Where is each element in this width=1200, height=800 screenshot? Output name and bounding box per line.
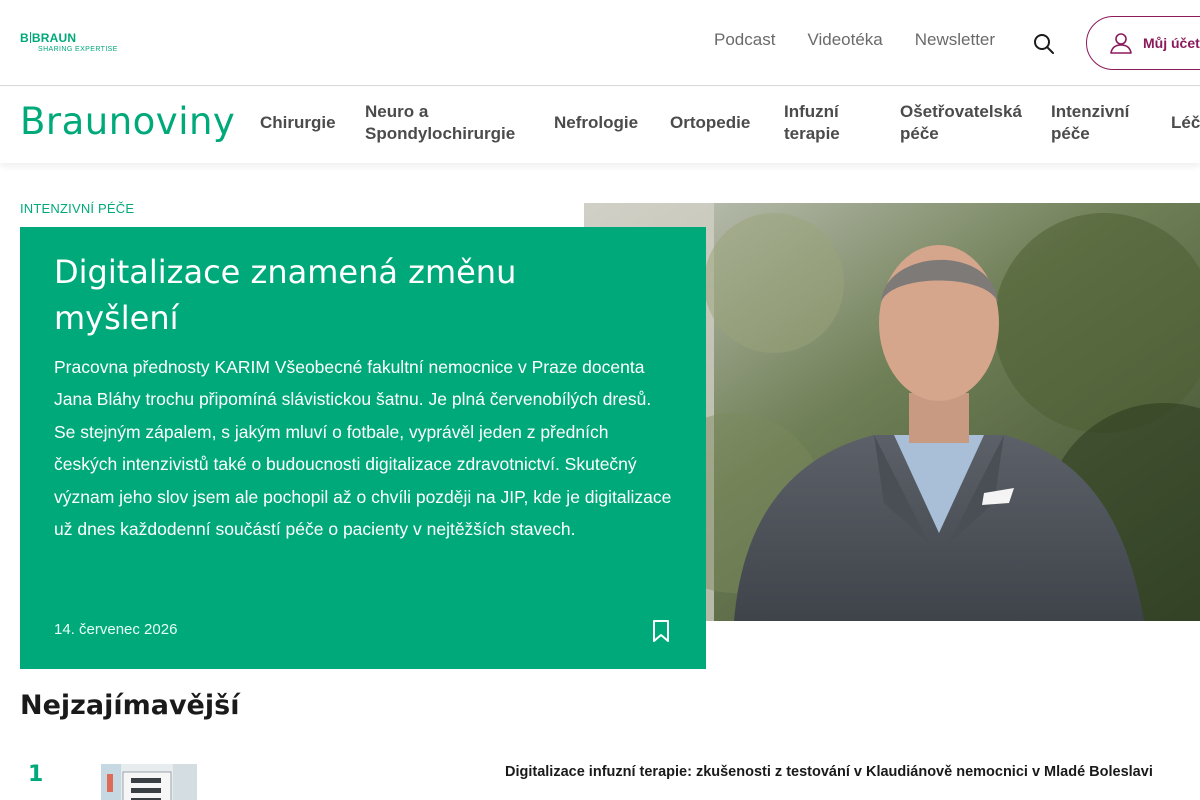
nav-item-chirurgie[interactable]: Chirurgie: [260, 112, 336, 134]
bookmark-button[interactable]: [650, 619, 672, 643]
site-title[interactable]: Braunoviny: [20, 99, 235, 145]
logo-tagline: SHARING EXPERTISE: [38, 46, 118, 53]
article-category[interactable]: INTENZIVNÍ PÉČE: [20, 201, 134, 216]
nav-item-infuzni-terapie[interactable]: Infuzní terapie: [784, 101, 840, 145]
rank-number: 1: [28, 762, 44, 787]
bbraun-logo[interactable]: B BRAUN SHARING EXPERTISE: [20, 31, 118, 54]
nav-item-neuro-spondylochirurgie[interactable]: Neuro a Spondylochirurgie: [365, 101, 515, 145]
user-icon: [1110, 33, 1132, 54]
my-account-label: Můj účet: [1143, 35, 1200, 51]
bookmark-icon: [653, 620, 669, 642]
podcast-link[interactable]: Podcast: [714, 30, 775, 50]
nav-label-line: péče: [900, 124, 939, 143]
most-interesting-heading: Nejzajímavější: [20, 690, 240, 721]
nav-item-leci[interactable]: Léči: [1171, 112, 1200, 134]
nav-label-line: péče: [1051, 124, 1090, 143]
featured-article-date: 14. červenec 2026: [54, 621, 178, 638]
search-icon: [1034, 34, 1054, 54]
article-thumbnail[interactable]: [101, 764, 197, 800]
nav-item-ortopedie[interactable]: Ortopedie: [670, 112, 750, 134]
my-account-button[interactable]: Můj účet: [1086, 16, 1200, 70]
most-interesting-article-link[interactable]: Digitalizace infuzní terapie: zkušenosti…: [505, 764, 1153, 780]
featured-article-perex: Pracovna přednosty KARIM Všeobecné fakul…: [54, 357, 672, 540]
nav-label-line: Infuzní: [784, 102, 839, 121]
nav-label-line: Ošetřovatelská: [900, 102, 1022, 121]
infusion-pump-image: [101, 764, 197, 800]
nav-label-line: Neuro a: [365, 102, 429, 121]
nav-label-line: Spondylochirurgie: [365, 124, 516, 143]
nav-label-line: Intenzivní: [1051, 102, 1130, 121]
search-button[interactable]: [1032, 32, 1056, 56]
nav-label-line: terapie: [784, 124, 840, 143]
main-nav: Braunoviny Chirurgie Neuro a Spondylochi…: [0, 87, 1200, 163]
nav-item-nefrologie[interactable]: Nefrologie: [554, 112, 638, 134]
logo-wordmark: B BRAUN: [20, 31, 77, 45]
utility-nav: Podcast Videotéka Newsletter: [714, 30, 995, 50]
nav-item-osetrovatelska-pece[interactable]: Ošetřovatelská péče: [900, 101, 1022, 145]
featured-article-card[interactable]: Digitalizace znamená změnu myšlení Praco…: [20, 227, 706, 669]
top-header: B BRAUN SHARING EXPERTISE Podcast Videoté…: [0, 0, 1200, 86]
nav-item-intenzivni-pece[interactable]: Intenzivní péče: [1051, 101, 1129, 145]
videoteka-link[interactable]: Videotéka: [807, 30, 882, 50]
featured-article-title[interactable]: Digitalizace znamená změnu myšlení: [54, 249, 614, 341]
newsletter-link[interactable]: Newsletter: [915, 30, 995, 50]
